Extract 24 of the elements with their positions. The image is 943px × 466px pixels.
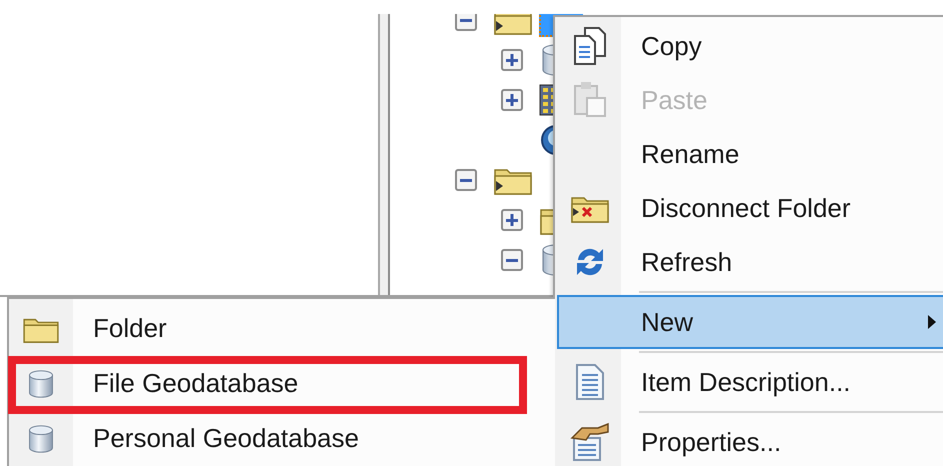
menu-item[interactable]: Personal Geodatabase	[9, 411, 555, 466]
copy-icon	[573, 26, 607, 66]
menu-item[interactable]: Item Description...	[557, 355, 943, 409]
menu-item[interactable]: Folder	[9, 301, 555, 356]
collapse-icon[interactable]	[455, 14, 477, 31]
menu-item[interactable]: Rename	[557, 127, 943, 181]
expand-icon[interactable]	[501, 49, 523, 71]
database-icon	[26, 368, 56, 398]
submenu-arrow-icon	[927, 314, 937, 330]
expand-icon[interactable]	[501, 209, 523, 231]
paste-icon	[573, 80, 607, 120]
menu-item[interactable]: Refresh	[557, 235, 943, 289]
menu-item[interactable]: New	[557, 295, 943, 349]
database-icon	[26, 424, 56, 454]
hand-document-icon	[570, 422, 610, 462]
document-icon	[575, 363, 605, 401]
pane-splitter[interactable]	[380, 14, 390, 295]
menu-item[interactable]: Disconnect Folder	[557, 181, 943, 235]
collapse-icon[interactable]	[455, 169, 477, 191]
menu-item[interactable]: File Geodatabase	[9, 356, 555, 411]
menu-item[interactable]: Copy	[557, 19, 943, 73]
expand-icon[interactable]	[501, 89, 523, 111]
menu-item[interactable]: Properties...	[557, 415, 943, 466]
collapse-icon[interactable]	[501, 249, 523, 271]
